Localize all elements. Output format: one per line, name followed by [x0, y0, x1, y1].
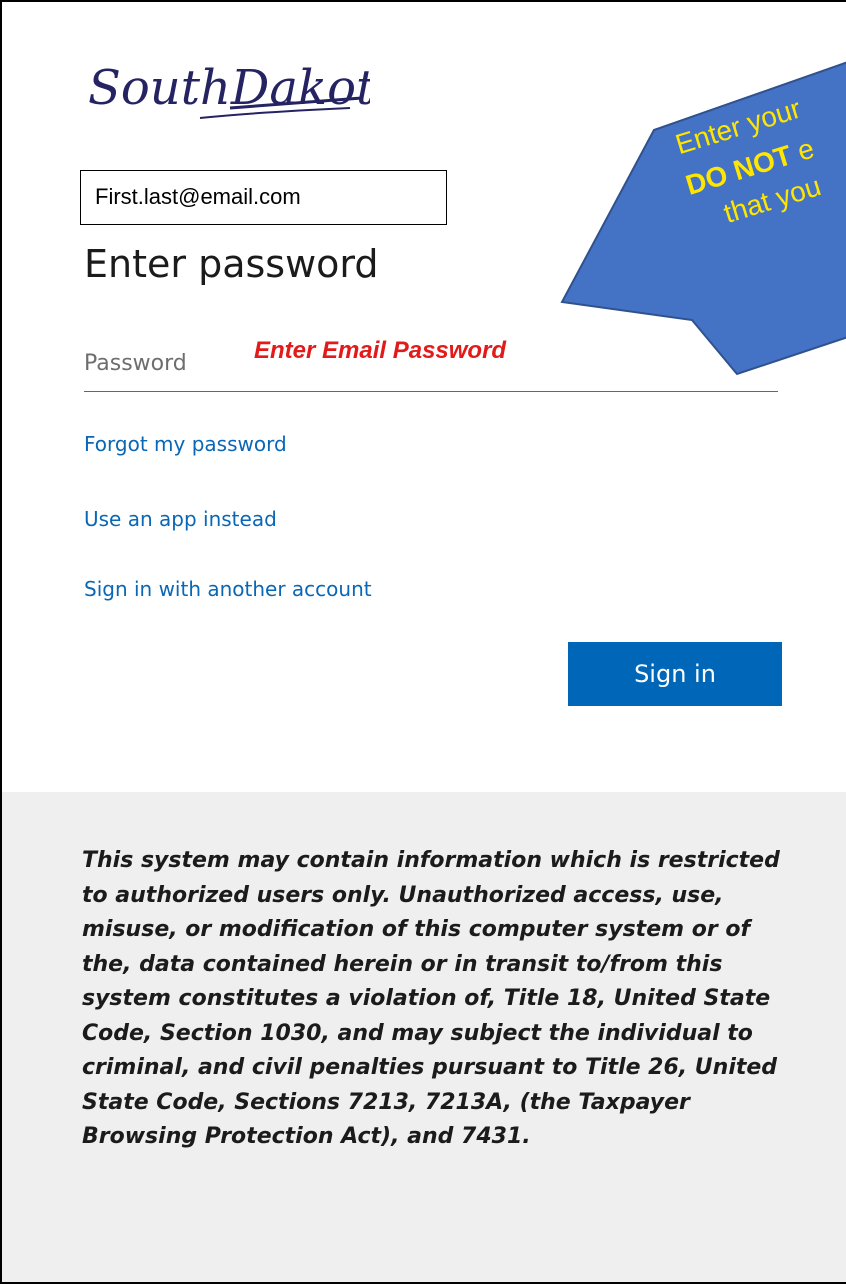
legal-notice-text: This system may contain information whic… — [82, 848, 780, 1149]
callout-line-1: Enter your — [672, 93, 805, 160]
use-app-link[interactable]: Use an app instead — [84, 507, 277, 531]
callout-line-2: DO NOT e — [682, 133, 818, 201]
south-dakota-logo: SouthDakota — [80, 46, 404, 136]
sign-in-page: SouthDakota First.last@email.com Enter p… — [0, 0, 846, 1284]
logo-graphic: SouthDakota — [88, 60, 404, 119]
password-input[interactable] — [84, 327, 778, 393]
logo-text: SouthDakota — [88, 60, 370, 116]
legal-notice-panel: This system may contain information whic… — [2, 792, 846, 1282]
password-field: Enter Email Password — [84, 327, 778, 393]
callout-line-3: that you — [720, 170, 824, 229]
callout-do-not: DO NOT — [682, 139, 795, 200]
page-title: Enter password — [84, 242, 379, 286]
other-account-link[interactable]: Sign in with another account — [84, 577, 372, 601]
forgot-password-link[interactable]: Forgot my password — [84, 432, 287, 456]
account-email: First.last@email.com — [80, 170, 447, 225]
sign-in-button[interactable]: Sign in — [568, 642, 782, 706]
callout-line-2-rest: e — [786, 133, 817, 169]
